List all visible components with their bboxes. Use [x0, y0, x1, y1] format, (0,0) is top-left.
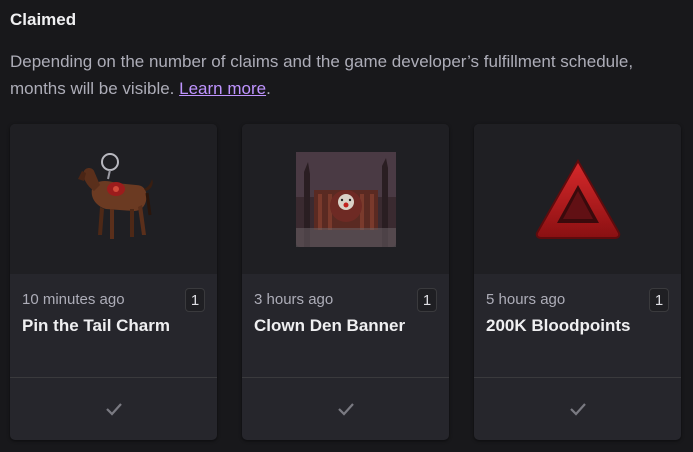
drop-card-clown-den-banner[interactable]: 3 hours ago 1 Clown Den Banner — [242, 124, 449, 440]
claimed-time: 5 hours ago — [486, 291, 566, 308]
card-footer — [10, 378, 217, 440]
card-meta: 10 minutes ago 1 Pin the Tail Charm — [10, 274, 217, 377]
section-title: Claimed — [10, 10, 77, 29]
checkmark-icon — [105, 403, 122, 416]
learn-more-link[interactable]: Learn more — [179, 79, 266, 98]
card-meta: 3 hours ago 1 Clown Den Banner — [242, 274, 449, 377]
clown-banner-icon — [295, 151, 396, 247]
card-meta: 5 hours ago 1 200K Bloodpoints — [474, 274, 681, 377]
claimed-time: 3 hours ago — [254, 291, 334, 308]
card-image — [10, 124, 217, 274]
checkmark-icon — [569, 403, 586, 416]
reward-title: Pin the Tail Charm — [22, 316, 170, 335]
quantity-badge: 1 — [417, 288, 437, 312]
drop-card-200k-bloodpoints[interactable]: 5 hours ago 1 200K Bloodpoints — [474, 124, 681, 440]
drop-card-pin-the-tail-charm[interactable]: 10 minutes ago 1 Pin the Tail Charm — [10, 124, 217, 440]
quantity-badge: 1 — [649, 288, 669, 312]
reward-title: 200K Bloodpoints — [486, 316, 631, 335]
card-image — [242, 124, 449, 274]
card-footer — [242, 378, 449, 440]
description-line-1: Depending on the number of claims and th… — [10, 52, 634, 71]
reward-title: Clown Den Banner — [254, 316, 406, 335]
description-line-2-suffix: . — [266, 79, 271, 98]
section-description: Depending on the number of claims and th… — [10, 48, 693, 102]
description-line-2-prefix: months will be visible. — [10, 79, 180, 98]
card-footer — [474, 378, 681, 440]
bloodpoints-icon — [535, 158, 620, 239]
quantity-badge: 1 — [185, 288, 205, 312]
claimed-time: 10 minutes ago — [22, 291, 125, 308]
checkmark-icon — [337, 403, 354, 416]
card-image — [474, 124, 681, 274]
horse-charm-icon — [77, 153, 153, 239]
